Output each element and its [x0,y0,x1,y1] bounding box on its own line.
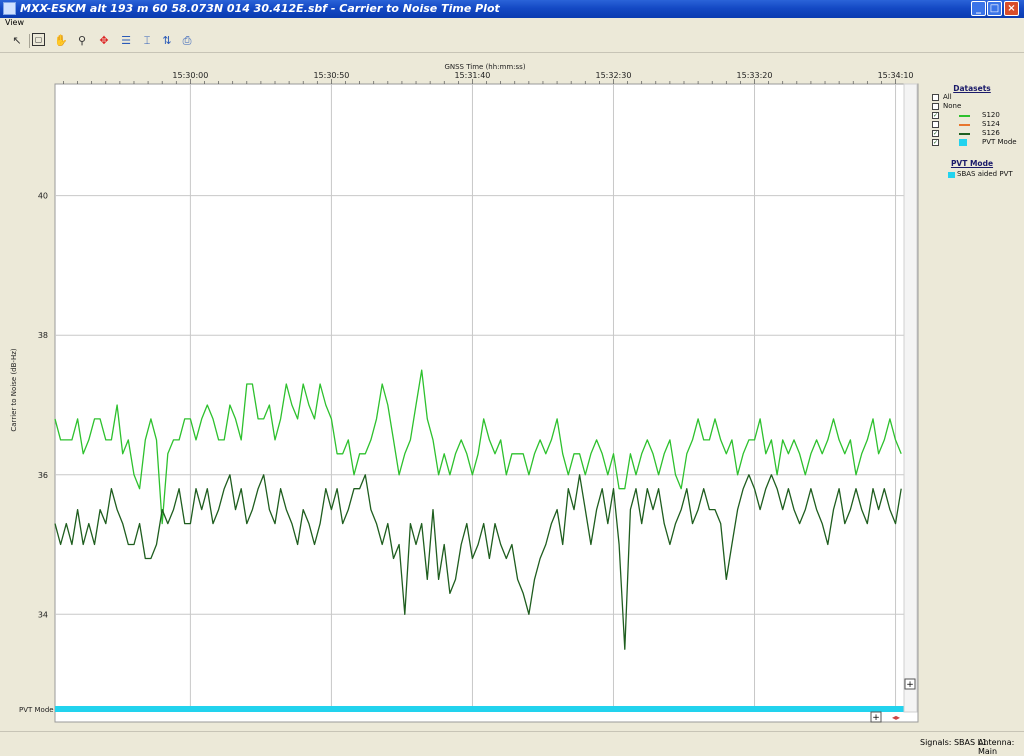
y-tick-label: 36 [38,471,48,480]
legend-checkbox[interactable]: ✓ [932,130,939,137]
legend-checkbox[interactable] [932,121,939,128]
legend-checkbox[interactable]: ✓ [932,139,939,146]
legend-swatch [959,139,967,146]
all-checkbox[interactable] [932,94,939,101]
status-bar: Signals: SBAS L1 Antenna: Main [0,731,1024,756]
x-tick-label: 15:34:10 [878,71,914,80]
x-tick-label: 15:30:00 [172,71,208,80]
plot-area [54,83,919,723]
pvt-legend-swatch [948,172,955,178]
legend-label: S126 [982,129,1000,137]
legend-label: S120 [982,111,1000,119]
legend-swatch [959,115,970,117]
legend-checkbox[interactable]: ✓ [932,112,939,119]
y-tick-label: 40 [38,192,48,201]
legend-item[interactable]: ✓ PVT Mode [926,138,1018,147]
pvt-legend-title: PVT Mode [950,159,994,168]
x-tick-label: 15:32:30 [596,71,632,80]
legend-swatch [959,124,970,126]
legend-label: S124 [982,120,1000,128]
legend-all-row[interactable]: All [926,93,1018,102]
hscroll-arrows-icon[interactable]: ◂▸ [892,713,900,722]
legend-label: PVT Mode [982,138,1017,146]
pvt-mode-band [55,706,917,712]
x-axis: 15:30:00 15:30:50 15:31:40 15:32:30 15:33:20… [63,71,914,84]
legend-item[interactable]: S124 [926,120,1018,129]
none-checkbox[interactable] [932,103,939,110]
vertical-scrollbar[interactable] [903,83,918,713]
legend-item[interactable]: ✓ S126 [926,129,1018,138]
pvt-legend-row: SBAS aided PVT [926,170,1018,180]
band-group [55,706,917,712]
y-axis: 34 36 38 40 [38,192,48,620]
none-label: None [943,102,962,110]
vscroll-plus-glyph: + [906,680,914,690]
x-tick-label: 15:33:20 [737,71,773,80]
hscroll-plus-glyph: + [872,713,880,723]
legend-none-row[interactable]: None [926,102,1018,111]
legend-item[interactable]: ✓ S120 [926,111,1018,120]
x-tick-label: 15:30:50 [313,71,349,80]
status-antenna: Antenna: Main [978,738,1015,756]
legend: Datasets All None ✓ S120 S124 ✓ S126 ✓ PVT Mod… [926,84,1018,180]
legend-title: Datasets [953,84,991,93]
chart[interactable]: 15:30:00 15:30:50 15:31:40 15:32:30 15:33:20… [0,0,1024,749]
pvt-legend-label: SBAS aided PVT [957,170,1013,178]
x-tick-label: 15:31:40 [454,71,490,80]
y-tick-label: 38 [38,331,48,340]
y-tick-label: 34 [38,610,48,619]
all-label: All [943,93,952,101]
legend-swatch [959,133,970,135]
